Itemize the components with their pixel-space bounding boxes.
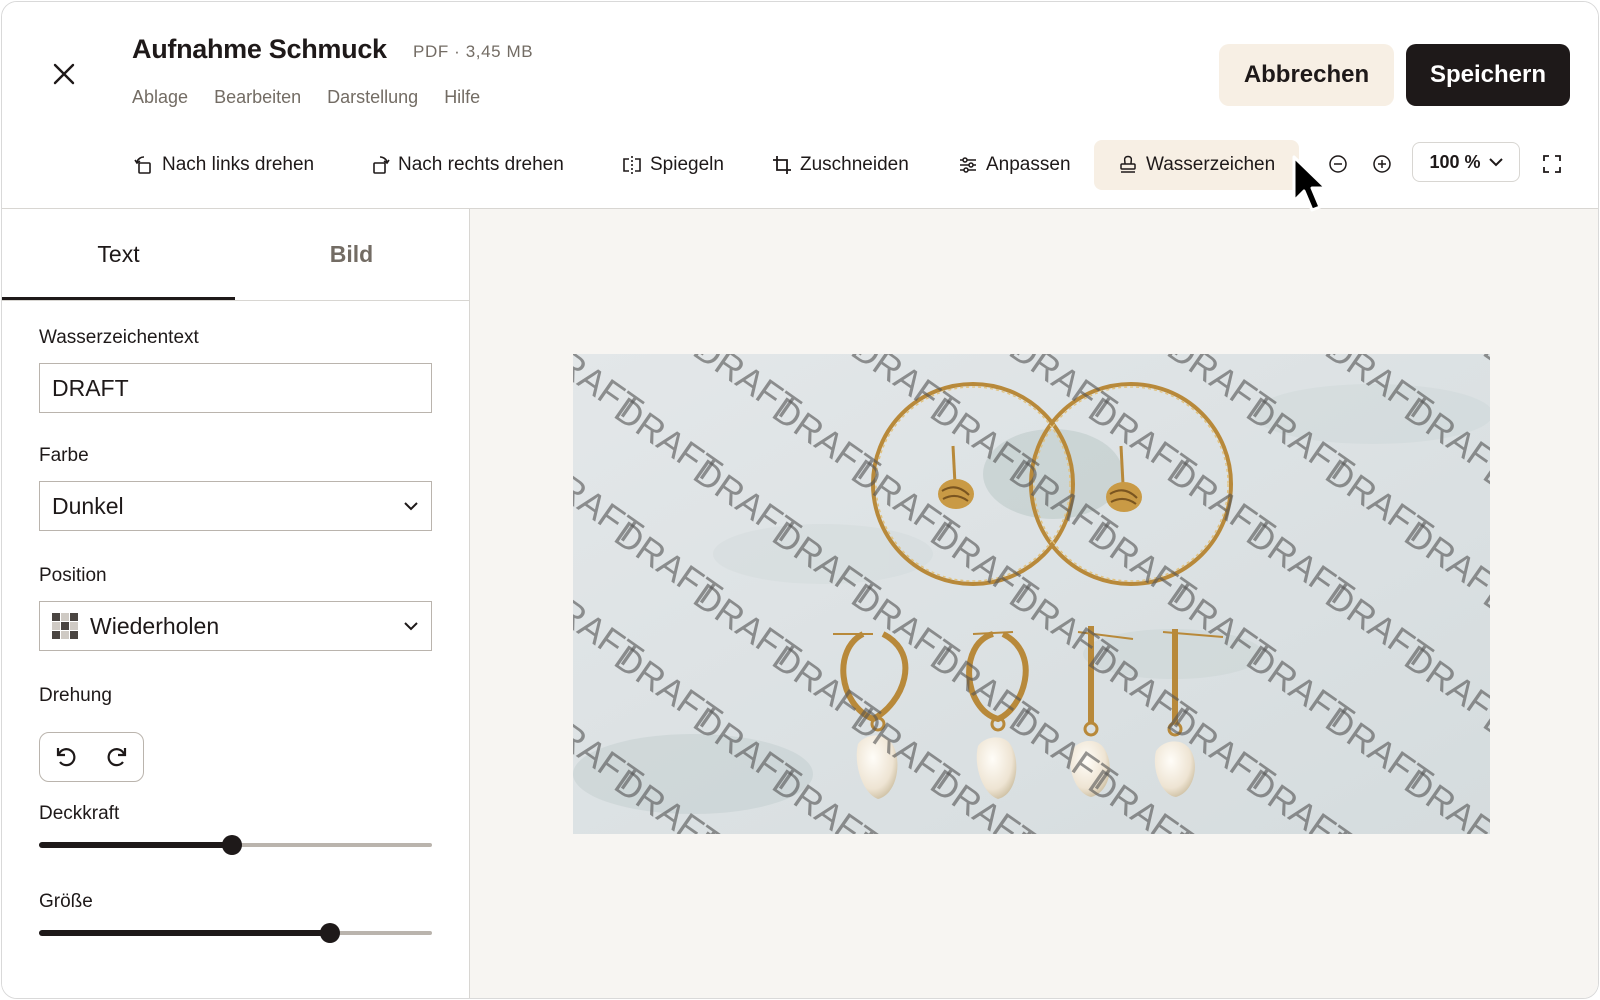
crop-icon — [773, 156, 791, 174]
adjust-label: Anpassen — [986, 154, 1071, 175]
watermark-text-input[interactable]: DRAFT — [39, 363, 432, 413]
rotate-right-icon — [373, 156, 390, 174]
zoom-in-button[interactable] — [1368, 150, 1396, 178]
menu-item-ablage[interactable]: Ablage — [132, 87, 188, 108]
document-title: Aufnahme Schmuck — [132, 34, 387, 64]
watermark-panel: Text Bild Wasserzeichentext DRAFT Farbe … — [2, 209, 470, 998]
adjust-button[interactable]: Anpassen — [948, 140, 1081, 190]
tile-pattern-icon — [52, 613, 78, 639]
chevron-down-icon — [1488, 158, 1503, 167]
zoom-out-icon — [1329, 155, 1347, 173]
close-button[interactable] — [46, 56, 82, 92]
stamp-icon — [1120, 155, 1136, 173]
rotate-ccw-button[interactable] — [54, 745, 78, 769]
mirror-button[interactable]: Spiegeln — [612, 140, 734, 190]
crop-label: Zuschneiden — [800, 154, 909, 175]
fullscreen-button[interactable] — [1538, 150, 1566, 178]
rotate-right-label: Nach rechts drehen — [398, 154, 564, 175]
tab-bild[interactable]: Bild — [235, 209, 468, 300]
rotation-label: Drehung — [39, 685, 112, 706]
rotate-ccw-icon — [56, 748, 76, 767]
chevron-down-icon — [404, 622, 418, 631]
mirror-icon — [623, 156, 641, 174]
size-label: Größe — [39, 891, 93, 912]
opacity-slider[interactable] — [39, 835, 432, 855]
tab-text[interactable]: Text — [2, 209, 235, 300]
rotate-cw-button[interactable] — [105, 745, 129, 769]
watermark-label: Wasserzeichen — [1146, 154, 1276, 175]
position-select[interactable]: Wiederholen — [39, 601, 432, 651]
slider-thumb[interactable] — [221, 835, 242, 855]
editor-window: Aufnahme Schmuck PDF · 3,45 MB Ablage Be… — [1, 1, 1599, 999]
watermark-text-value: DRAFT — [52, 374, 129, 401]
menu-item-darstellung[interactable]: Darstellung — [327, 87, 418, 108]
rotation-control — [39, 732, 144, 782]
position-value: Wiederholen — [90, 612, 220, 639]
slider-thumb[interactable] — [319, 923, 340, 943]
preview-canvas: DRAFT DRAFT DRAFT DRAFT DRAFT DRAFT DRAFT DRAFT… — [470, 209, 1598, 998]
zoom-select[interactable]: 100 % — [1412, 142, 1520, 182]
rotate-cw-icon — [107, 748, 127, 767]
file-meta: PDF · 3,45 MB — [413, 42, 534, 61]
chevron-down-icon — [404, 502, 418, 511]
menu-bar: Ablage Bearbeiten Darstellung Hilfe — [132, 87, 480, 108]
jewelry-photo: DRAFT DRAFT DRAFT DRAFT DRAFT DRAFTDRAFT DRAFT… — [573, 354, 1490, 834]
menu-item-hilfe[interactable]: Hilfe — [444, 87, 480, 108]
slider-fill — [39, 930, 330, 936]
active-tab-indicator — [2, 297, 235, 300]
watermark-button[interactable]: Wasserzeichen — [1094, 140, 1300, 190]
menu-item-bearbeiten[interactable]: Bearbeiten — [214, 87, 301, 108]
opacity-label: Deckkraft — [39, 803, 120, 824]
zoom-in-icon — [1373, 155, 1391, 173]
zoom-value: 100 % — [1429, 151, 1481, 172]
watermark-text-label: Wasserzeichentext — [39, 327, 199, 348]
cancel-button[interactable]: Abbrechen — [1219, 44, 1394, 106]
image-preview: DRAFT DRAFT DRAFT DRAFT DRAFT DRAFT DRAFT DRAFT… — [573, 354, 1490, 834]
sliders-icon — [960, 157, 976, 173]
fullscreen-icon — [1543, 155, 1561, 173]
mirror-label: Spiegeln — [650, 154, 724, 175]
crop-button[interactable]: Zuschneiden — [762, 140, 919, 190]
color-label: Farbe — [39, 445, 89, 466]
pointer-cursor-icon — [1292, 155, 1328, 212]
close-icon — [53, 63, 75, 85]
rotate-left-button[interactable]: Nach links drehen — [124, 140, 324, 190]
position-label: Position — [39, 565, 107, 586]
rotate-left-icon — [134, 156, 151, 174]
size-slider[interactable] — [39, 923, 432, 943]
zoom-out-button[interactable] — [1324, 150, 1352, 178]
rotate-right-button[interactable]: Nach rechts drehen — [360, 140, 574, 190]
mouse-cursor — [1292, 155, 1328, 218]
slider-fill — [39, 842, 232, 848]
color-select[interactable]: Dunkel — [39, 481, 432, 531]
color-value: Dunkel — [52, 492, 124, 519]
rotate-left-label: Nach links drehen — [162, 154, 315, 175]
header: Aufnahme Schmuck PDF · 3,45 MB Ablage Be… — [2, 2, 1598, 209]
save-button[interactable]: Speichern — [1406, 44, 1570, 106]
panel-tabs: Text Bild — [2, 209, 469, 301]
